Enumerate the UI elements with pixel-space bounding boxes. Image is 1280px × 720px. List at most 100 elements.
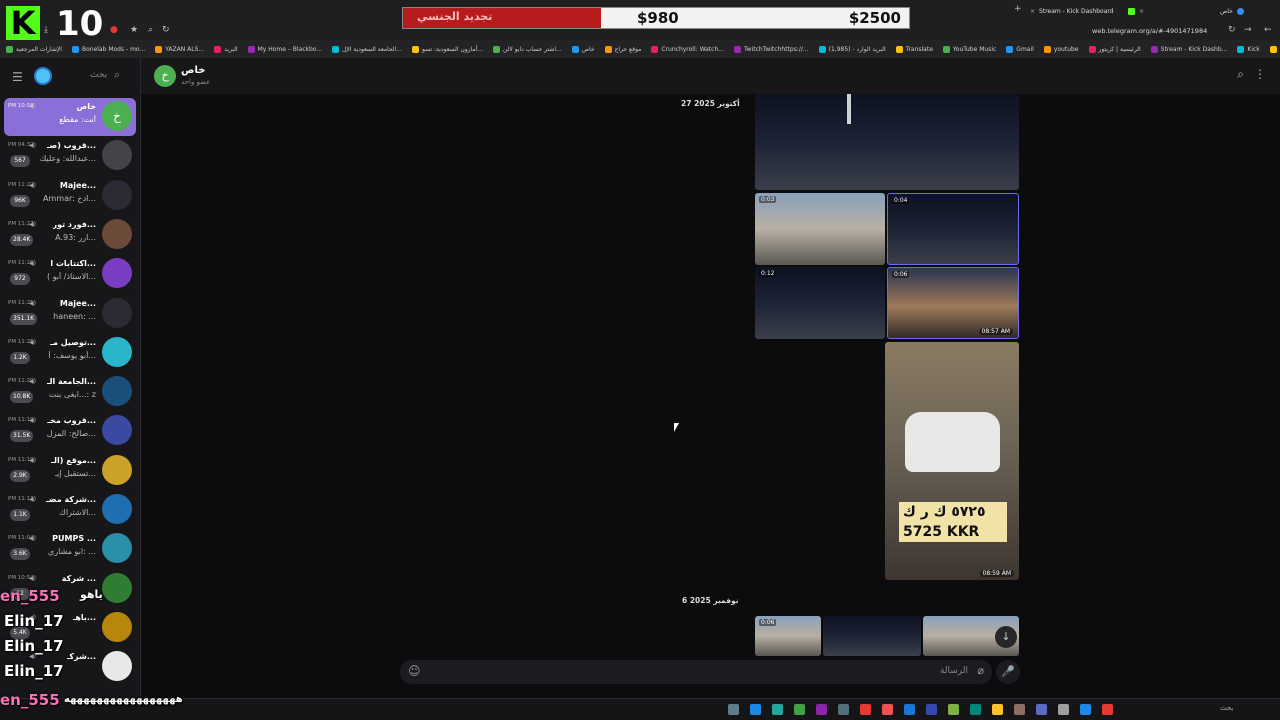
chat-list-item[interactable]: PUMPS ... ◀) PM 11:04 ابو مشاري: ... 3.6K (4, 530, 136, 568)
bookmark-item[interactable]: YAZAN ALS... (155, 45, 204, 53)
star-icon[interactable]: ★ (130, 25, 138, 35)
new-tab-icon[interactable]: + (1014, 4, 1022, 14)
bookmark-item[interactable]: أمازون السعودية: تسو... (411, 45, 483, 53)
chat-list-item[interactable]: خ خاص ◀) PM 10:58 أنت: مقطع (4, 98, 136, 136)
menu-icon[interactable]: ☰ (12, 70, 23, 84)
close-icon[interactable]: × (1030, 8, 1035, 15)
sidebar-top-bar: ☰ بحث ⌕ (0, 58, 141, 94)
search-icon[interactable]: ⌕ (1237, 67, 1244, 82)
taskbar-app-icon[interactable] (948, 704, 959, 715)
taskbar-app-icon[interactable] (794, 704, 805, 715)
taskbar-app-icon[interactable] (904, 704, 915, 715)
chat-list-item[interactable]: فورد تور... ◀) PM 11:27 A.93: ارر... 28.4K (4, 216, 136, 254)
chat-list-item[interactable]: Majee... ◀) PM 11:25 haneen: ... 351.1K (4, 295, 136, 333)
bookmark-item[interactable]: Crunchyroll: Watch... (651, 45, 724, 53)
taskbar-app-icon[interactable] (1036, 704, 1047, 715)
bookmark-icon (214, 45, 222, 53)
back-icon[interactable]: → (1244, 25, 1252, 35)
bookmark-item[interactable]: Gmail (1006, 45, 1034, 53)
chat-list-item[interactable]: موقع (الـ... ◀) PM 11:19 تستقبل إيـ... 2.9K (4, 452, 136, 490)
video-thumbnail[interactable] (823, 616, 921, 656)
tab-kick-icon[interactable]: × (1128, 4, 1144, 18)
chat-time: PM 04:32 (8, 142, 34, 149)
date-separator: 27 أكتوبر 2025 (681, 99, 740, 108)
taskbar-app-icon[interactable] (992, 704, 1003, 715)
chat-list-item[interactable]: اكتتابات ا... ◀) PM 11:26( الاستاذ/ أبو...… (4, 255, 136, 293)
video-thumbnail[interactable]: 0:03 (755, 193, 885, 265)
taskbar-app-icon[interactable] (816, 704, 827, 715)
bookmark-item[interactable]: البريد (214, 45, 238, 53)
taskbar-app-icon[interactable] (728, 704, 739, 715)
attach-icon[interactable]: ⌀ (977, 664, 984, 677)
message-composer[interactable]: ☺ الرسالة ⌀ (400, 660, 992, 684)
reload-icon[interactable]: ↻ (1228, 25, 1236, 35)
bookmark-item[interactable]: الرئيسية | كريتور (1088, 45, 1141, 53)
bookmark-item[interactable]: البريد الوارد - (1,985) (818, 45, 886, 53)
bookmark-item[interactable]: Bonelab Mods - mo... (71, 45, 146, 53)
chat-title[interactable]: خاص (181, 65, 205, 76)
message-input[interactable]: الرسالة (940, 666, 968, 676)
taskbar-app-icon[interactable] (1080, 704, 1091, 715)
bookmark-item[interactable]: TwitchTwitchhttps://... (733, 45, 809, 53)
forward-icon[interactable]: ← (1264, 25, 1272, 35)
bookmark-label: Bonelab Mods - mo... (81, 45, 146, 53)
taskbar-app-icon[interactable] (860, 704, 871, 715)
bookmark-item[interactable]: Translate (895, 45, 933, 53)
chat-list-item[interactable]: قروب (صـ... ◀) PM 04:32 عبدالله: وعليك... 56… (4, 137, 136, 175)
video-thumbnail[interactable]: 0:06 (755, 616, 821, 656)
chat-last-message: تستقبل إيـ... (54, 468, 96, 478)
taskbar-app-icon[interactable] (970, 704, 981, 715)
bookmark-item[interactable]: Kick (1237, 45, 1260, 53)
search-icon[interactable]: ⌕ (148, 25, 153, 35)
microphone-button[interactable]: 🎤 (996, 660, 1020, 684)
bookmark-label: Crunchyroll: Watch... (661, 45, 724, 53)
taskbar-app-icon[interactable] (838, 704, 849, 715)
chat-list-item[interactable]: قروب مخـ... ◀) PM 11:19 صالح: المزل... 31.5K (4, 412, 136, 450)
scroll-down-button[interactable]: ↓ (995, 626, 1017, 648)
bookmark-item[interactable]: YouTube Music (942, 45, 996, 53)
bookmark-item[interactable]: خاص (571, 45, 595, 53)
bookmark-item[interactable]: موقع حراج (604, 45, 641, 53)
unread-badge: 96K (10, 194, 30, 207)
more-icon[interactable]: ⋮ (1254, 67, 1266, 81)
taskbar-app-icon[interactable] (1102, 704, 1113, 715)
bookmark-item[interactable]: Stream - Kick Dashb... (1150, 45, 1227, 53)
emoji-icon[interactable]: ☺ (408, 664, 421, 678)
taskbar-app-icon[interactable] (882, 704, 893, 715)
video-thumbnail[interactable]: 0:12 (755, 267, 885, 339)
taskbar-app-icon[interactable] (750, 704, 761, 715)
bookmark-item[interactable]: الإشارات المرجعية (6, 45, 62, 53)
address-bar[interactable]: web.telegram.org/a/#-4901471984 (1092, 27, 1207, 35)
bookmark-item[interactable]: Google (1269, 45, 1280, 53)
video-thumbnail[interactable]: 0:06 08:57 AM (887, 267, 1019, 339)
taskbar-app-icon[interactable] (772, 704, 783, 715)
chat-list-item[interactable]: الجامعة الـ... ◀) PM 11:20 ابغى بنت...: z 10… (4, 373, 136, 411)
chat-time: PM 11:25 (8, 299, 34, 306)
reload-icon[interactable]: ↻ (162, 25, 170, 35)
photo-message[interactable]: ٥٧٢٥ ك ر ك 5725 KKR 08:59 AM (885, 342, 1019, 580)
tab-telegram[interactable]: خاص (1220, 4, 1244, 18)
video-thumbnail[interactable] (755, 94, 1019, 190)
bookmark-item[interactable]: youtube (1043, 45, 1079, 53)
taskbar-app-icon[interactable] (1058, 704, 1069, 715)
chat-avatar (102, 218, 132, 249)
record-icon[interactable]: ● (110, 25, 118, 35)
chat-list-item[interactable]: شركة مضـ... ◀) PM 11:13 الاشتراك... 1.1K (4, 491, 136, 529)
tab-kick-dashboard[interactable]: × Stream - Kick Dashboard (1030, 4, 1114, 18)
close-icon[interactable]: × (1139, 8, 1144, 15)
bookmark-icon (733, 45, 741, 53)
taskbar-app-icon[interactable] (926, 704, 937, 715)
taskbar-app-icon[interactable] (1014, 704, 1025, 715)
bookmark-item[interactable]: الجامعة السعودية الإل... (332, 45, 402, 53)
chat-list-item[interactable]: Majee... ◀) PM 11:27 Ammar: ادخ... 96K (4, 177, 136, 215)
video-thumbnail[interactable]: 0:04 (887, 193, 1019, 265)
search-input[interactable]: بحث (90, 70, 107, 80)
taskbar-search[interactable]: بحث (1220, 704, 1233, 712)
profile-avatar[interactable] (34, 67, 52, 85)
bookmark-item[interactable]: My Home – Blackbo... (247, 45, 322, 53)
bookmark-item[interactable]: اشتر حساب دايو لالن... (493, 45, 562, 53)
download-icon[interactable]: ⤓ (44, 25, 48, 35)
chat-list-item[interactable]: توصيل مـ... ◀) PM 11:25 أبو يوسف: أ... 1.2K (4, 334, 136, 372)
chat-avatar[interactable]: خ (154, 65, 176, 87)
chat-header[interactable]: خ خاص عضو واحد ⌕ ⋮ (141, 58, 1280, 94)
